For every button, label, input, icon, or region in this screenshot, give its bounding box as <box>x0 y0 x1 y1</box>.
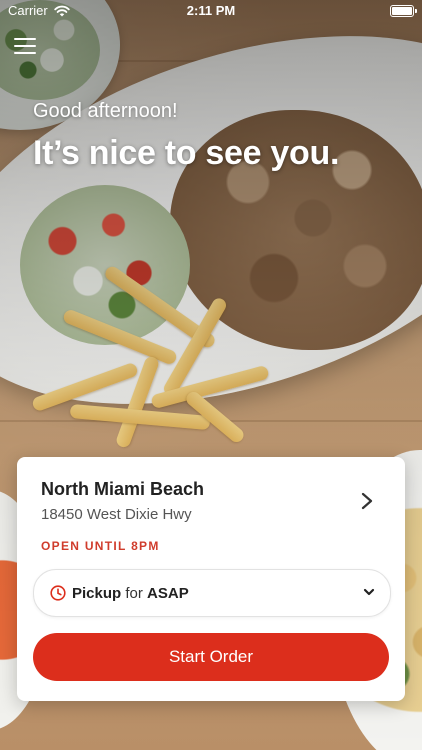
status-right <box>390 5 417 17</box>
headline-text: It’s nice to see you. <box>33 134 340 172</box>
pickup-time-select[interactable]: Pickup for ASAP <box>33 569 391 617</box>
store-card: North Miami Beach 18450 West Dixie Hwy O… <box>17 457 405 701</box>
for-label: for <box>125 584 143 602</box>
hamburger-menu-icon <box>14 38 36 40</box>
time-option: ASAP <box>147 584 189 602</box>
store-selector[interactable]: North Miami Beach 18450 West Dixie Hwy <box>41 479 385 529</box>
menu-button[interactable] <box>14 38 36 58</box>
store-name: North Miami Beach <box>41 479 205 499</box>
greeting-text: Good afternoon! <box>33 100 178 122</box>
status-time: 2:11 PM <box>186 3 236 18</box>
store-address: 18450 West Dixie Hwy <box>41 506 192 523</box>
open-status-label: OPEN UNTIL 8PM <box>41 539 160 553</box>
clock-icon <box>50 585 66 601</box>
start-order-button[interactable]: Start Order <box>33 633 389 681</box>
pickup-summary: Pickup for ASAP <box>72 585 189 602</box>
chevron-down-icon <box>362 585 376 599</box>
order-type: Pickup <box>72 584 122 602</box>
status-bar: Carrier 2:11 PM <box>0 0 422 22</box>
battery-icon <box>390 5 417 17</box>
chevron-right-icon <box>357 491 377 511</box>
